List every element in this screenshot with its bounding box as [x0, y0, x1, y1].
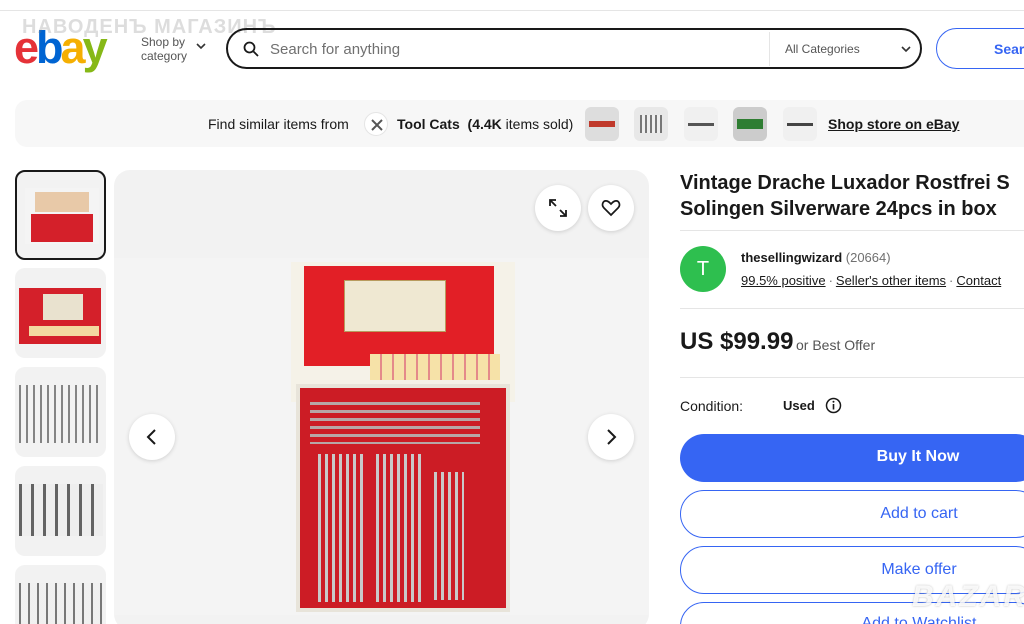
- chevron-left-icon: [146, 429, 156, 445]
- similar-item-thumb[interactable]: [684, 107, 718, 141]
- top-divider: [0, 10, 1024, 11]
- seller-avatar[interactable]: T: [680, 246, 726, 292]
- divider: [680, 308, 1024, 309]
- tools-icon: [364, 112, 388, 136]
- find-similar-text: Find similar items from: [208, 116, 349, 132]
- store-sold-count: (4.4K: [467, 116, 502, 132]
- similar-item-thumb[interactable]: [733, 107, 767, 141]
- next-image-button[interactable]: [588, 414, 634, 460]
- similar-item-thumb[interactable]: [585, 107, 619, 141]
- info-icon[interactable]: [825, 397, 842, 414]
- seller-name-row: thesellingwizard (20664): [741, 250, 891, 265]
- listing-title-line: Solingen Silverware 24pcs in box: [680, 198, 997, 220]
- buy-it-now-button[interactable]: Buy It Now: [680, 434, 1024, 482]
- similar-item-thumb[interactable]: [783, 107, 817, 141]
- best-offer-note: or Best Offer: [796, 337, 876, 353]
- condition-value: Used: [783, 398, 815, 413]
- chevron-right-icon: [607, 429, 617, 445]
- search-icon: [243, 41, 259, 57]
- thumbnail-item[interactable]: [15, 170, 106, 260]
- fullscreen-button[interactable]: [535, 185, 581, 231]
- search-bar[interactable]: Search for anything All Categories: [226, 28, 922, 69]
- listing-title-line: Vintage Drache Luxador Rostfrei S: [680, 172, 1010, 194]
- item-price: US $99.99: [680, 328, 794, 355]
- store-sold-suffix: items sold): [505, 116, 574, 132]
- add-to-cart-label: Add to cart: [880, 505, 958, 522]
- divider: [680, 377, 1024, 378]
- seller-other-items-link[interactable]: Seller's other items: [836, 273, 946, 288]
- seller-positive-link[interactable]: 99.5% positive: [741, 273, 826, 288]
- add-to-watchlist-label: Add to Watchlist: [861, 615, 977, 624]
- similar-item-thumb[interactable]: [634, 107, 668, 141]
- thumbnail-item[interactable]: [15, 367, 106, 457]
- seller-name[interactable]: thesellingwizard: [741, 250, 842, 265]
- store-name[interactable]: Tool Cats: [397, 116, 460, 132]
- buy-it-now-label: Buy It Now: [876, 448, 960, 465]
- contact-seller-link[interactable]: Contact: [956, 273, 1001, 288]
- search-divider: [769, 32, 770, 66]
- similar-items-bar: Find similar items from Tool Cats (4.4K …: [15, 100, 1024, 147]
- seller-links: 99.5% positive · Seller's other items · Cont…: [741, 273, 1002, 288]
- previous-image-button[interactable]: [129, 414, 175, 460]
- condition-label: Condition:: [680, 398, 744, 414]
- seller-feedback-count: (20664): [845, 250, 891, 265]
- listing-title: Vintage Drache Luxador Rostfrei S Soling…: [680, 170, 1024, 222]
- shop-by-label-2: category: [141, 49, 188, 63]
- divider: [680, 230, 1024, 231]
- search-input[interactable]: Search for anything: [270, 41, 400, 58]
- main-product-image[interactable]: [114, 170, 649, 624]
- watch-heart-button[interactable]: [588, 185, 634, 231]
- make-offer-label: Make offer: [881, 561, 957, 578]
- search-button-label: Sear: [994, 41, 1024, 57]
- chevron-down-icon: [901, 46, 911, 53]
- chevron-down-icon: [196, 43, 206, 50]
- expand-icon: [549, 199, 567, 217]
- product-photo: [114, 258, 649, 615]
- heart-icon: [601, 200, 621, 217]
- category-select[interactable]: All Categories: [785, 42, 860, 56]
- shop-store-link[interactable]: Shop store on eBay: [828, 116, 959, 132]
- add-to-cart-button[interactable]: Add to cart: [680, 490, 1024, 538]
- thumbnail-item[interactable]: [15, 268, 106, 358]
- bazar-watermark: BAZAR: [912, 580, 1024, 613]
- shop-by-category-button[interactable]: Shop by category: [141, 35, 211, 63]
- top-strip: [0, 0, 1024, 12]
- thumbnail-item[interactable]: [15, 466, 106, 556]
- store-summary: Tool Cats (4.4K items sold): [397, 116, 573, 132]
- thumbnail-item[interactable]: [15, 565, 106, 624]
- search-button[interactable]: Sear: [936, 28, 1024, 69]
